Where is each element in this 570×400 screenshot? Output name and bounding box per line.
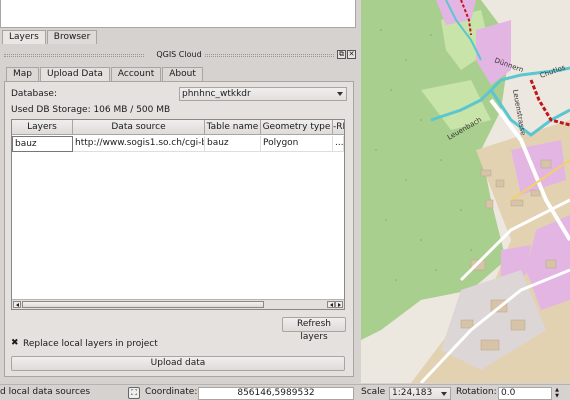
table-row[interactable]: bauz http://www.sogis1.so.ch/cgi-b... ba… — [12, 136, 344, 152]
arrow-right-icon — [338, 303, 341, 307]
refresh-layers-button[interactable]: Refresh layers — [282, 317, 346, 342]
column-header-table-name[interactable]: Table name — [205, 120, 261, 135]
storage-usage-text: Used DB Storage: 106 MB / 500 MB — [11, 105, 171, 115]
dock-title-text: QGIS Cloud — [153, 50, 205, 59]
scroll-left-button[interactable] — [13, 301, 21, 308]
float-dock-icon[interactable]: ⧉ — [337, 50, 346, 59]
plugin-tabs: Map Upload Data Account About — [6, 67, 204, 81]
column-header-extra[interactable]: -RI — [333, 120, 344, 135]
rotation-spinner[interactable]: ▲ ▼ — [553, 387, 561, 400]
arrow-left-icon — [330, 303, 333, 307]
scroll-right-button[interactable] — [335, 301, 343, 308]
replace-layers-label: Replace local layers in project — [23, 339, 158, 349]
status-bar: d local data sources ⛶ Coordinate: 85614… — [0, 384, 570, 400]
cell-layer[interactable]: bauz — [12, 136, 73, 152]
coordinate-field[interactable]: 856146,5989532 — [198, 387, 354, 400]
arrow-left-icon — [16, 303, 19, 307]
map-canvas[interactable]: Dünnern Chutlos Leuenstrasse Leuenbach — [361, 0, 570, 383]
tab-browser[interactable]: Browser — [46, 30, 98, 44]
tab-about[interactable]: About — [162, 67, 203, 81]
database-label: Database: — [11, 89, 57, 99]
layers-panel-area — [0, 0, 356, 28]
rotation-field[interactable]: 0.0 — [498, 387, 552, 400]
upload-data-button[interactable]: Upload data — [11, 356, 345, 371]
database-value: phnhnc_wtkkdr — [182, 89, 251, 99]
tab-map[interactable]: Map — [6, 67, 39, 81]
chevron-down-icon — [337, 92, 343, 96]
tab-account[interactable]: Account — [110, 67, 162, 81]
cell-data-source[interactable]: http://www.sogis1.so.ch/cgi-b... — [73, 136, 205, 152]
cell-extra[interactable]: ... — [333, 136, 344, 152]
close-dock-icon[interactable]: ✕ — [347, 50, 356, 59]
column-header-data-source[interactable]: Data source — [73, 120, 205, 135]
table-header: Layers Data source Table name Geometry t… — [12, 120, 344, 135]
status-message: d local data sources — [0, 387, 91, 397]
tab-layers[interactable]: Layers — [2, 30, 46, 44]
database-select[interactable]: phnhnc_wtkkdr — [179, 87, 347, 101]
title-grip-right — [196, 54, 334, 57]
scroll-left-button-2[interactable] — [327, 301, 335, 308]
horizontal-scrollbar[interactable] — [12, 299, 344, 309]
dock-tabs: Layers Browser — [2, 30, 98, 44]
layers-table[interactable]: Layers Data source Table name Geometry t… — [11, 119, 345, 310]
scale-select[interactable]: 1:24,183 — [389, 387, 451, 400]
chevron-down-icon — [441, 392, 447, 396]
qgis-cloud-dock-title: QGIS Cloud ⧉ ✕ — [0, 48, 358, 62]
scale-label: Scale — [361, 387, 386, 397]
column-header-layers[interactable]: Layers — [12, 120, 73, 135]
cell-table-name[interactable]: bauz — [205, 136, 261, 152]
column-header-geometry-type[interactable]: Geometry type — [261, 120, 333, 135]
tab-upload-data[interactable]: Upload Data — [40, 67, 110, 81]
coordinate-toggle-icon[interactable]: ⛶ — [128, 387, 140, 399]
coordinate-label: Coordinate: — [145, 387, 198, 397]
cell-geometry-type[interactable]: Polygon — [261, 136, 333, 152]
scale-value: 1:24,183 — [392, 388, 433, 398]
rotation-label: Rotation: — [456, 387, 497, 397]
replace-layers-checkbox[interactable]: ✖ — [11, 339, 19, 348]
scrollbar-thumb[interactable] — [22, 301, 264, 308]
title-grip-left — [4, 54, 144, 57]
